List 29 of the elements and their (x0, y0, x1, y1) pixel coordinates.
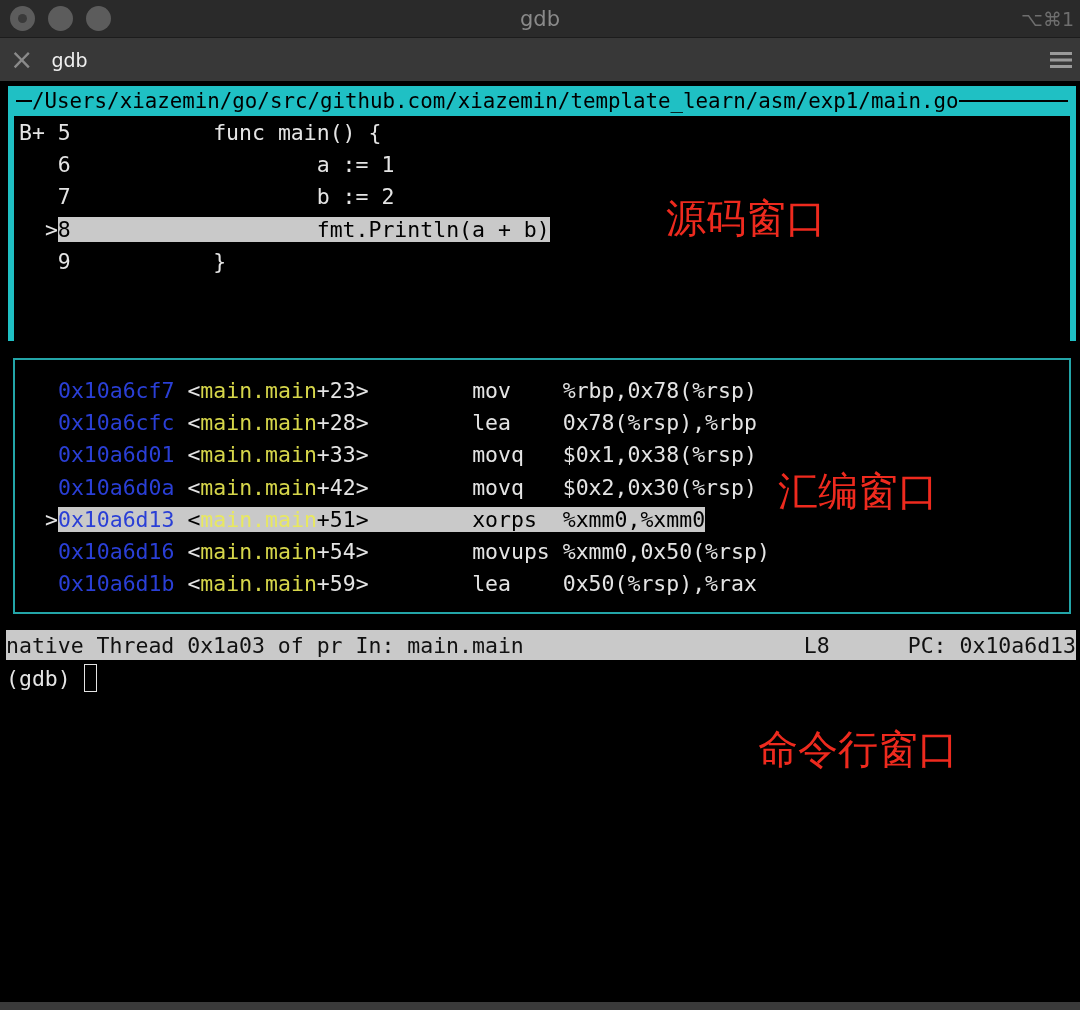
assembly-line: 0x10a6d0a <main.main+42> movq $0x2,0x30(%rsp) (57, 474, 757, 500)
assembly-line: 0x10a6d01 <main.main+33> movq $0x1,0x38(%rsp) (57, 442, 757, 468)
annotation-label: 汇编窗口 (778, 467, 938, 516)
current-instruction-marker: > (45, 506, 58, 532)
assembly-line: 0x10a6cf7 <main.main+23> mov %rbp,0x78(%rsp) (57, 377, 757, 403)
source-line: 6 a := 1 (57, 151, 395, 177)
zoom-window-button[interactable] (86, 6, 111, 31)
minimize-window-button[interactable] (48, 6, 73, 31)
text-cursor (83, 664, 97, 692)
window-title: gdb (520, 6, 560, 31)
assembly-line: 0x10a6cfc <main.main+28> lea 0x78(%rsp),%rbp (57, 409, 757, 435)
assembly-line: 0x10a6d1b <main.main+59> lea 0x50(%rsp),%rax (57, 571, 757, 597)
status-pc: PC: 0x10a6d13 (907, 632, 1076, 658)
line-marker: B+ (19, 119, 46, 145)
source-line: 9 } (57, 248, 227, 274)
close-window-button[interactable] (10, 6, 35, 31)
source-line: 7 b := 2 (57, 184, 395, 210)
status-line: L8 (803, 632, 830, 658)
assembly-line: 0x10a6d16 <main.main+54> movups %xmm0,0x50(%rsp) (57, 539, 770, 565)
source-file-path: /Users/xiazemin/go/src/github.com/xiazemin/template_learn/asm/exp1/main.go (32, 89, 959, 113)
source-line: 5 func main() { (57, 119, 382, 145)
command-prompt: (gdb) (6, 665, 71, 691)
annotation-label: 源码窗口 (666, 194, 826, 243)
status-thread: native Thread 0x1a03 of pr In: main.main (6, 632, 524, 658)
menu-icon[interactable] (1050, 51, 1072, 68)
window-shortcut: ⌥⌘1 (1021, 7, 1075, 30)
terminal-tab[interactable]: gdb (33, 48, 88, 71)
annotation-label: 命令行窗口 (758, 725, 958, 774)
line-marker: > (43, 216, 58, 242)
